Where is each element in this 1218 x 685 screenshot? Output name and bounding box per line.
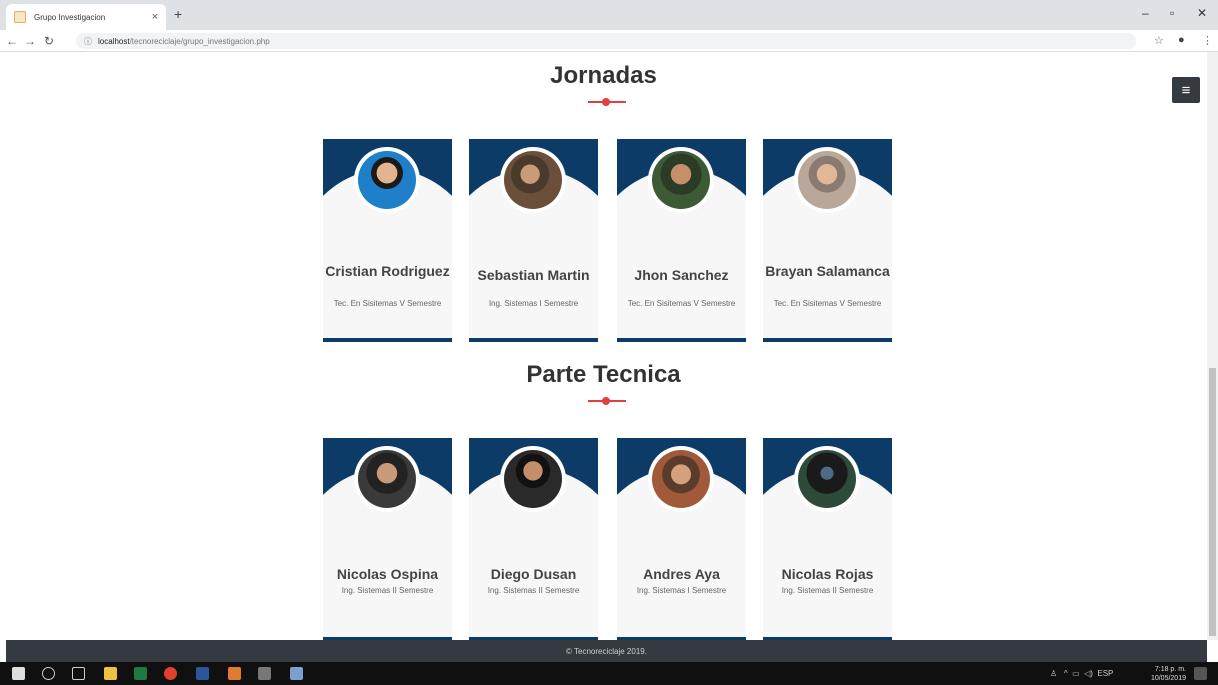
favicon-icon	[14, 11, 26, 23]
app-icon[interactable]	[258, 667, 271, 680]
member-name: Cristian Rodriguez	[325, 263, 450, 279]
word-icon[interactable]	[196, 667, 209, 680]
browser-tab-bar: Grupo Investigacion × + – ▫ ✕	[0, 0, 1218, 30]
xampp-icon[interactable]	[228, 667, 241, 680]
avatar	[648, 147, 714, 213]
member-card: Cristian Rodriguez Tec. En Sisitemas V S…	[323, 139, 452, 342]
excel-icon[interactable]	[134, 667, 147, 680]
minimize-button[interactable]: –	[1142, 6, 1149, 20]
section-divider	[588, 98, 626, 106]
avatar	[354, 446, 420, 512]
member-name: Jhon Sanchez	[634, 267, 729, 283]
member-role: Ing. Sistemas II Semestre	[341, 586, 434, 595]
clock[interactable]: 7:18 p. m. 10/05/2019	[1151, 665, 1186, 683]
url-path: /tecnoreciclaje/grupo_investigacion.php	[129, 36, 270, 46]
address-bar: ← → ↻ ⓘ localhost /tecnoreciclaje/grupo_…	[0, 30, 1218, 52]
avatar	[500, 147, 566, 213]
member-card: Brayan Salamanca Tec. En Sisitemas V Sem…	[763, 139, 892, 342]
back-arrow-icon[interactable]: ←	[6, 34, 18, 48]
clock-date: 10/05/2019	[1150, 675, 1186, 682]
file-explorer-icon[interactable]	[104, 667, 117, 680]
member-name: Andres Aya	[643, 566, 720, 582]
system-tray[interactable]: ♙ ^ ▭ ◁) ESP	[1050, 669, 1113, 678]
member-card: Sebastian Martin Ing. Sistemas I Semestr…	[469, 139, 598, 342]
tab-title: Grupo Investigacion	[34, 12, 106, 22]
avatar	[794, 446, 860, 512]
reload-icon[interactable]: ↻	[44, 34, 54, 48]
section-title-jornadas: Jornadas	[550, 62, 657, 89]
notifications-icon[interactable]	[1194, 667, 1207, 680]
member-role: Ing. Sistemas I Semestre	[488, 299, 579, 308]
section-title-parte-tecnica: Parte Tecnica	[526, 361, 681, 388]
member-card: Nicolas Ospina Ing. Sistemas II Semestre	[323, 438, 452, 641]
browser-tab[interactable]: Grupo Investigacion ×	[6, 4, 166, 30]
maximize-button[interactable]: ▫	[1170, 6, 1174, 20]
footer-text: © Tecnoreciclaje 2019.	[566, 646, 647, 656]
chrome-icon[interactable]	[164, 667, 177, 680]
avatar	[500, 446, 566, 512]
member-role: Ing. Sistemas II Semestre	[781, 586, 874, 595]
chevron-up-icon[interactable]: ^	[1064, 669, 1068, 678]
member-name: Nicolas Rojas	[781, 566, 874, 582]
star-icon[interactable]: ☆	[1154, 34, 1164, 47]
forward-arrow-icon[interactable]: →	[24, 34, 36, 48]
member-name: Brayan Salamanca	[765, 263, 890, 279]
task-view-icon[interactable]	[72, 667, 85, 680]
member-name: Sebastian Martin	[477, 267, 590, 283]
tab-close-icon[interactable]: ×	[152, 11, 158, 23]
clock-time: 7:18 p. m.	[1154, 666, 1186, 673]
page-content	[0, 52, 1207, 640]
member-role: Tec. En Sisitemas V Semestre	[333, 299, 442, 308]
kebab-menu-icon[interactable]: ⋮	[1202, 34, 1213, 47]
avatar	[794, 147, 860, 213]
search-icon[interactable]	[42, 667, 55, 680]
footer: © Tecnoreciclaje 2019.	[6, 640, 1207, 662]
section-divider	[588, 397, 626, 405]
info-icon[interactable]: ⓘ	[84, 36, 92, 47]
language-indicator[interactable]: ESP	[1097, 669, 1113, 678]
new-tab-button[interactable]: +	[174, 6, 182, 22]
member-role: Ing. Sistemas I Semestre	[636, 586, 727, 595]
scrollbar-thumb[interactable]	[1209, 368, 1216, 636]
avatar	[354, 147, 420, 213]
member-card: Nicolas Rojas Ing. Sistemas II Semestre	[763, 438, 892, 641]
member-role: Tec. En Sisitemas V Semestre	[773, 299, 882, 308]
network-icon[interactable]: ▭	[1072, 669, 1080, 678]
avatar	[648, 446, 714, 512]
member-name: Diego Dusan	[490, 566, 577, 582]
member-role: Ing. Sistemas II Semestre	[487, 586, 580, 595]
url-host: localhost	[98, 36, 130, 46]
windows-start-icon[interactable]	[12, 667, 25, 680]
member-role: Tec. En Sisitemas V Semestre	[627, 299, 736, 308]
people-icon[interactable]: ♙	[1050, 669, 1057, 678]
member-card: Andres Aya Ing. Sistemas I Semestre	[617, 438, 746, 641]
volume-icon[interactable]: ◁)	[1084, 669, 1093, 678]
close-window-button[interactable]: ✕	[1197, 6, 1207, 20]
member-name: Nicolas Ospina	[336, 566, 439, 582]
profile-icon[interactable]: ●	[1178, 34, 1185, 46]
paint-icon[interactable]	[290, 667, 303, 680]
windows-taskbar: ♙ ^ ▭ ◁) ESP 7:18 p. m. 10/05/2019	[0, 662, 1218, 685]
member-card: Jhon Sanchez Tec. En Sisitemas V Semestr…	[617, 139, 746, 342]
url-input[interactable]: ⓘ localhost /tecnoreciclaje/grupo_invest…	[76, 33, 1136, 49]
member-card: Diego Dusan Ing. Sistemas II Semestre	[469, 438, 598, 641]
